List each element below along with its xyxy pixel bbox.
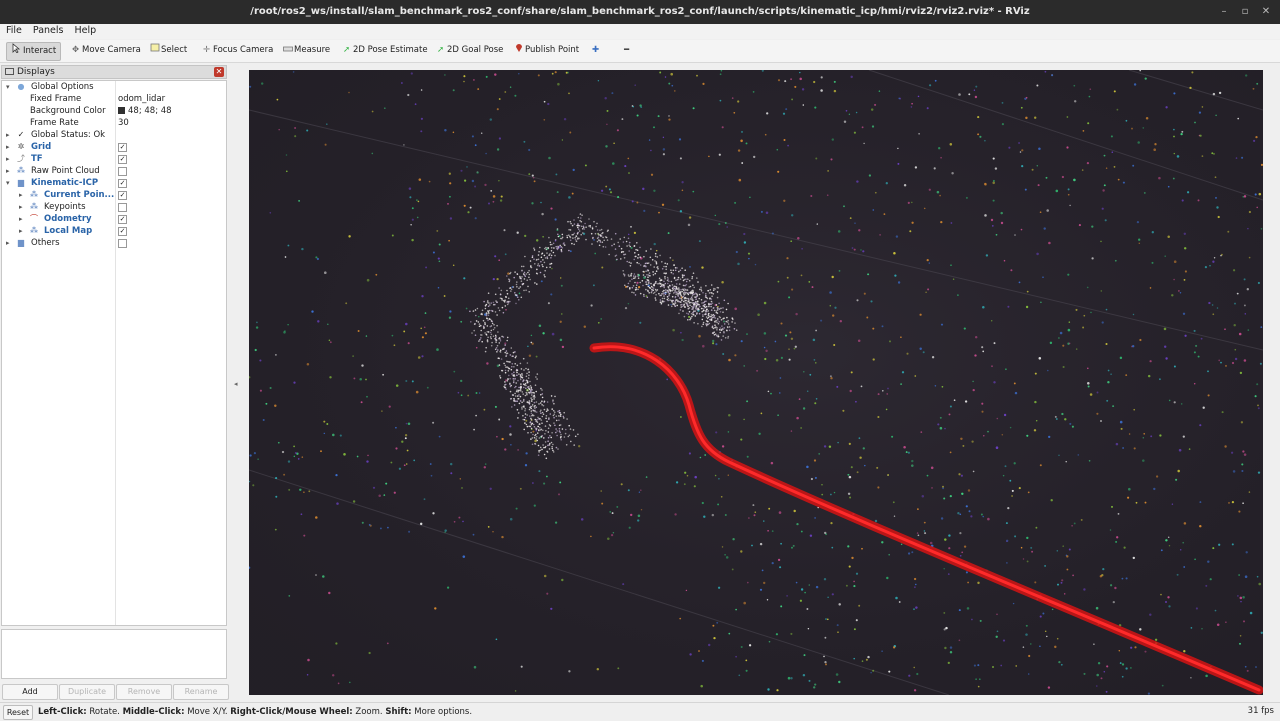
menu-help[interactable]: Help xyxy=(68,24,101,36)
tree-row-frame-rate[interactable]: Frame Rate 30 xyxy=(2,117,226,129)
tree-row-keypoints[interactable]: ▸ ⁂ Keypoints xyxy=(2,201,226,213)
background-color-value[interactable]: 48; 48; 48 xyxy=(118,105,172,117)
minus-icon: ━ xyxy=(623,45,630,55)
remove-display-button[interactable]: Remove xyxy=(116,684,172,700)
status-bar: Reset Left-Click: Rotate. Middle-Click: … xyxy=(0,702,1280,721)
window-titlebar: /root/ros2_ws/install/slam_benchmark_ros… xyxy=(0,0,1280,24)
fixed-frame-value[interactable]: odom_lidar xyxy=(118,93,165,105)
local-map-checkbox[interactable]: ✓ xyxy=(118,227,127,236)
expand-arrow-icon[interactable]: ▸ xyxy=(6,129,14,141)
rename-display-button[interactable]: Rename xyxy=(173,684,229,700)
expand-arrow-icon[interactable]: ▸ xyxy=(19,201,27,213)
displays-panel-header: Displays ✕ xyxy=(1,65,227,79)
close-panel-icon[interactable]: ✕ xyxy=(214,67,224,77)
publish-point-pin-icon xyxy=(513,42,524,59)
grid-checkbox[interactable]: ✓ xyxy=(118,143,127,152)
tf-checkbox[interactable]: ✓ xyxy=(118,155,127,164)
tree-row-global-options[interactable]: ▾ ● Global Options xyxy=(2,81,226,93)
displays-tree[interactable]: ▾ ● Global Options Fixed Frame odom_lida… xyxy=(1,80,227,626)
cursor-icon xyxy=(11,43,22,60)
tree-row-tf[interactable]: ▸ ⤴ TF ✓ xyxy=(2,153,226,165)
remove-tool-button[interactable]: ━ xyxy=(617,42,637,59)
point-cloud-icon: ⁂ xyxy=(17,166,25,175)
goal-pose-arrow-icon: ➚ xyxy=(436,45,445,55)
measure-icon xyxy=(282,42,293,59)
select-tool-button[interactable]: Select xyxy=(145,42,191,59)
interact-tool-button[interactable]: Interact xyxy=(6,42,62,61)
expand-arrow-icon[interactable]: ▾ xyxy=(6,177,14,189)
publish-point-tool-button[interactable]: Publish Point xyxy=(509,42,583,59)
keypoints-checkbox[interactable] xyxy=(118,203,127,212)
tree-row-current-point[interactable]: ▸ ⁂ Current Poin... ✓ xyxy=(2,189,226,201)
viewport-right-margin xyxy=(1267,70,1280,695)
move-camera-icon: ✥ xyxy=(71,45,80,55)
expand-arrow-icon[interactable]: ▸ xyxy=(19,189,27,201)
menu-file[interactable]: File xyxy=(0,24,27,36)
odometry-icon: ⌒ xyxy=(30,214,38,223)
tree-row-background-color[interactable]: Background Color 48; 48; 48 xyxy=(2,105,226,117)
kinematic-icp-checkbox[interactable]: ✓ xyxy=(118,179,127,188)
fps-counter: 31 fps xyxy=(1247,706,1274,716)
expand-arrow-icon[interactable]: ▸ xyxy=(6,165,14,177)
mouse-hint: Left-Click: Rotate. Middle-Click: Move X… xyxy=(38,707,473,717)
property-description-box xyxy=(1,629,227,679)
maximize-icon[interactable]: ▫ xyxy=(1238,5,1252,19)
expand-arrow-icon[interactable]: ▸ xyxy=(6,237,14,249)
goal-pose-tool-button[interactable]: ➚ 2D Goal Pose xyxy=(431,42,507,59)
duplicate-display-button[interactable]: Duplicate xyxy=(59,684,115,700)
odometry-checkbox[interactable]: ✓ xyxy=(118,215,127,224)
displays-panel-title: Displays xyxy=(17,67,55,77)
raw-point-cloud-checkbox[interactable] xyxy=(118,167,127,176)
add-display-button[interactable]: Add xyxy=(2,684,58,700)
focus-camera-tool-button[interactable]: ✛ Focus Camera xyxy=(197,42,277,59)
tools-toolbar: Interact ✥ Move Camera Select ✛ Focus Came… xyxy=(0,40,1280,63)
tree-row-grid[interactable]: ▸ ✲ Grid ✓ xyxy=(2,141,226,153)
tree-row-global-status[interactable]: ▸ ✓ Global Status: Ok xyxy=(2,129,226,141)
tree-row-kinematic-icp[interactable]: ▾ ▆ Kinematic-ICP ✓ xyxy=(2,177,226,189)
plus-icon: ✚ xyxy=(591,45,600,55)
tree-row-others[interactable]: ▸ ▆ Others xyxy=(2,237,226,249)
point-cloud-icon: ⁂ xyxy=(30,190,38,199)
tree-row-local-map[interactable]: ▸ ⁂ Local Map ✓ xyxy=(2,225,226,237)
point-cloud-icon: ⁂ xyxy=(30,202,38,211)
tree-row-odometry[interactable]: ▸ ⌒ Odometry ✓ xyxy=(2,213,226,225)
folder-icon: ▆ xyxy=(17,178,25,187)
pose-estimate-tool-button[interactable]: ➚ 2D Pose Estimate xyxy=(337,42,432,59)
pose-estimate-arrow-icon: ➚ xyxy=(342,45,351,55)
focus-camera-icon: ✛ xyxy=(202,45,211,55)
monitor-icon xyxy=(5,68,14,75)
minimize-icon[interactable]: – xyxy=(1217,5,1231,19)
select-icon xyxy=(149,42,160,59)
viewport-background xyxy=(249,70,1263,695)
frame-rate-value[interactable]: 30 xyxy=(118,117,129,129)
color-swatch xyxy=(118,107,125,114)
menu-bar: File Panels Help xyxy=(0,24,1280,39)
tree-row-raw-point-cloud[interactable]: ▸ ⁂ Raw Point Cloud xyxy=(2,165,226,177)
measure-tool-button[interactable]: Measure xyxy=(278,42,334,59)
menu-panels[interactable]: Panels xyxy=(27,24,69,36)
folder-icon: ▆ xyxy=(17,238,25,247)
displays-panel: Displays ✕ ▾ ● Global Options Fixed Fram… xyxy=(0,63,228,684)
point-cloud-icon: ⁂ xyxy=(30,226,38,235)
add-tool-button[interactable]: ✚ xyxy=(586,42,606,59)
collapse-left-splitter-icon[interactable]: ◂ xyxy=(234,380,238,388)
others-checkbox[interactable] xyxy=(118,239,127,248)
reset-button[interactable]: Reset xyxy=(3,705,33,720)
expand-arrow-icon[interactable]: ▸ xyxy=(19,225,27,237)
tree-row-fixed-frame[interactable]: Fixed Frame odom_lidar xyxy=(2,93,226,105)
tf-axes-icon: ⤴ xyxy=(17,154,25,163)
close-window-icon[interactable]: ✕ xyxy=(1259,5,1273,19)
window-title: /root/ros2_ws/install/slam_benchmark_ros… xyxy=(250,6,1030,17)
render-viewport[interactable] xyxy=(249,70,1263,695)
expand-arrow-icon[interactable]: ▸ xyxy=(6,141,14,153)
globe-icon: ● xyxy=(17,82,25,91)
grid-icon: ✲ xyxy=(17,142,25,151)
current-point-checkbox[interactable]: ✓ xyxy=(118,191,127,200)
move-camera-tool-button[interactable]: ✥ Move Camera xyxy=(66,42,145,59)
checkmark-icon: ✓ xyxy=(17,130,25,139)
point-cloud-render[interactable] xyxy=(249,70,1263,695)
expand-arrow-icon[interactable]: ▸ xyxy=(19,213,27,225)
expand-arrow-icon[interactable]: ▸ xyxy=(6,153,14,165)
expand-arrow-icon[interactable]: ▾ xyxy=(6,81,14,93)
